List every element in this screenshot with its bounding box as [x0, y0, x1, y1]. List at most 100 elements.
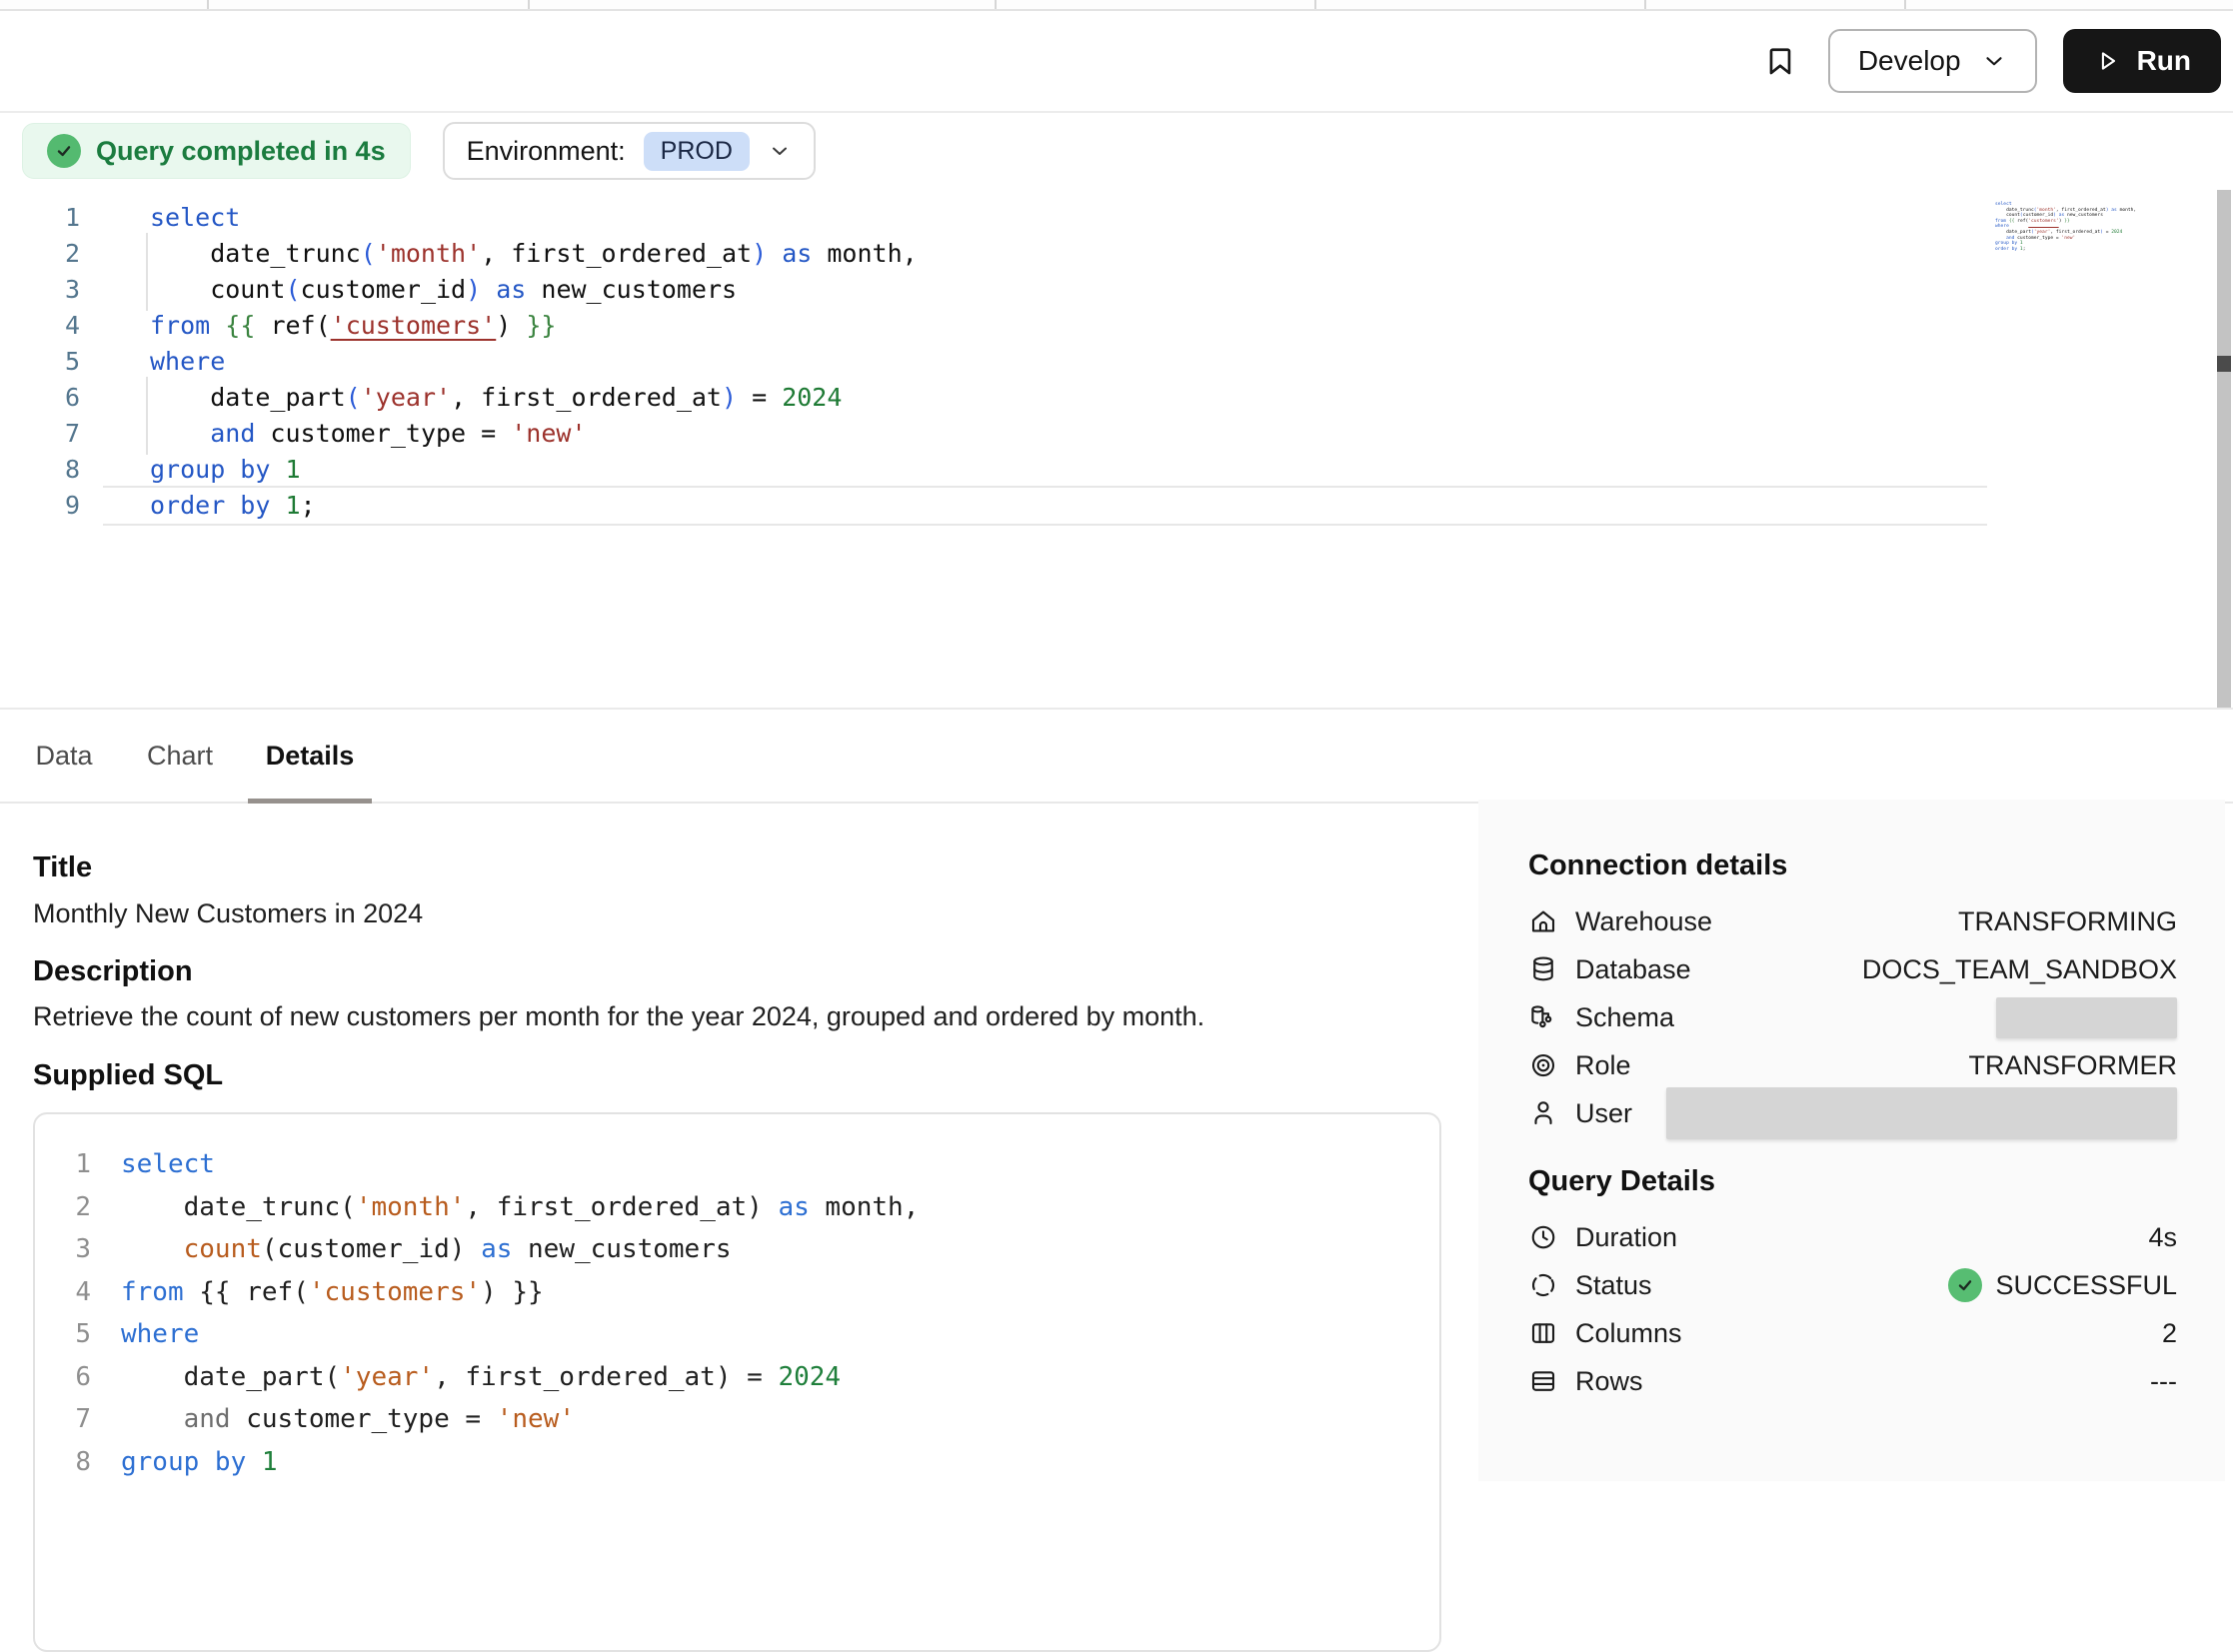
columns-value: 2 [2162, 1318, 2177, 1349]
connection-details-heading: Connection details [1528, 847, 2177, 883]
connection-details-rows: Warehouse TRANSFORMING DatabaseDOCS_TEAM_S… [1528, 897, 2177, 1137]
top-tab-strip [0, 0, 2233, 11]
duration-value: 4s [2148, 1222, 2177, 1253]
status-row: Query completed in 4s Environment: PROD [22, 122, 816, 180]
code-line-2: 2 date_trunc('month', first_ordered_at) … [0, 236, 2233, 272]
duration-icon [1528, 1222, 1558, 1252]
success-check-icon [1948, 1268, 1982, 1302]
code-line-4: 4from {{ ref('customers') }} [0, 308, 2233, 344]
detail-row-user: User [1528, 1089, 2177, 1137]
status-badge: SUCCESSFUL [1948, 1268, 2177, 1302]
warehouse-label: Warehouse [1575, 906, 1712, 937]
supplied-sql-code-block: 1select2 date_trunc('month', first_order… [33, 1112, 1441, 1652]
code-line-3: 3 count(customer_id) as new_customers [0, 272, 2233, 308]
environment-value-chip: PROD [644, 132, 750, 171]
detail-row-database: DatabaseDOCS_TEAM_SANDBOX [1528, 945, 2177, 993]
tab-chart[interactable]: Chart [143, 710, 217, 802]
editor-scrollbar[interactable] [2217, 190, 2231, 716]
check-circle-icon [47, 134, 81, 168]
title-value: Monthly New Customers in 2024 [33, 898, 423, 929]
tab-details[interactable]: Details [248, 710, 372, 802]
minimap-line: order by 1; [1995, 247, 2107, 253]
sql-editor[interactable]: 1select2 date_trunc('month', first_order… [0, 200, 2233, 524]
detail-row-role: RoleTRANSFORMER [1528, 1041, 2177, 1089]
line-number: 8 [35, 1441, 91, 1484]
bookmark-icon [1762, 43, 1798, 79]
schema-value-redacted [1996, 997, 2177, 1038]
database-icon [1528, 954, 1558, 984]
code-line-3: 3 count(customer_id) as new_customers [35, 1228, 1439, 1271]
role-value: TRANSFORMER [1969, 1050, 2178, 1081]
code-line-7: 7 and customer_type = 'new' [35, 1398, 1439, 1441]
supplied-sql-heading: Supplied SQL [33, 1059, 223, 1092]
tab-divider [1314, 0, 1316, 9]
duration-label: Duration [1575, 1222, 1677, 1253]
detail-row-columns: Columns 2 [1528, 1309, 2177, 1357]
code-line-4: 4from {{ ref('customers') }} [35, 1271, 1439, 1314]
status-label: Status [1575, 1270, 1652, 1301]
code-line-5: 5where [35, 1313, 1439, 1356]
line-number: 7 [0, 416, 80, 452]
environment-selector[interactable]: Environment: PROD [443, 122, 816, 180]
detail-row-duration: Duration 4s [1528, 1213, 2177, 1261]
line-number: 1 [35, 1143, 91, 1186]
develop-button[interactable]: Develop [1828, 29, 2037, 93]
line-number: 2 [0, 236, 80, 272]
code-line-9: 9order by 1; [0, 488, 2233, 524]
rows-value: --- [2150, 1366, 2177, 1397]
role-icon [1528, 1050, 1558, 1080]
editor-scrollbar-thumb[interactable] [2217, 356, 2231, 372]
warehouse-icon [1528, 906, 1558, 936]
user-value-redacted [1666, 1087, 2177, 1139]
rows-icon [1528, 1366, 1558, 1396]
environment-label: Environment: [467, 136, 626, 167]
code-line-7: 7 and customer_type = 'new' [0, 416, 2233, 452]
editor-minimap[interactable]: select date_trunc('month', first_ordered… [1995, 202, 2107, 252]
detail-row-schema: Schema [1528, 993, 2177, 1041]
rows-label: Rows [1575, 1366, 1643, 1397]
line-number: 5 [0, 344, 80, 380]
line-number: 4 [35, 1271, 91, 1314]
code-line-8: 8group by 1 [35, 1441, 1439, 1484]
line-number: 1 [0, 200, 80, 236]
line-number: 2 [35, 1186, 91, 1229]
schema-icon [1528, 1002, 1558, 1032]
tab-divider [1904, 0, 1906, 9]
line-number: 6 [0, 380, 80, 416]
user-label: User [1575, 1098, 1632, 1129]
code-line-6: 6 date_part('year', first_ordered_at) = … [0, 380, 2233, 416]
warehouse-value: TRANSFORMING [1958, 906, 2177, 937]
description-heading: Description [33, 955, 193, 988]
line-number: 9 [0, 488, 80, 524]
tab-divider [995, 0, 997, 9]
run-button[interactable]: Run [2063, 29, 2221, 93]
columns-icon [1528, 1318, 1558, 1348]
tab-data[interactable]: Data [33, 710, 95, 802]
code-line-8: 8group by 1 [0, 452, 2233, 488]
line-number: 4 [0, 308, 80, 344]
line-number: 5 [35, 1313, 91, 1356]
detail-row-warehouse: Warehouse TRANSFORMING [1528, 897, 2177, 945]
line-number: 7 [35, 1398, 91, 1441]
code-line-1: 1select [0, 200, 2233, 236]
query-status-text: Query completed in 4s [96, 136, 386, 167]
chevron-down-icon [768, 139, 792, 163]
develop-button-label: Develop [1858, 45, 1961, 77]
database-label: Database [1575, 954, 1691, 985]
user-icon [1528, 1098, 1558, 1128]
code-line-2: 2 date_trunc('month', first_ordered_at) … [35, 1186, 1439, 1229]
detail-row-status: Status SUCCESSFUL [1528, 1261, 2177, 1309]
columns-label: Columns [1575, 1318, 1682, 1349]
code-line-5: 5where [0, 344, 2233, 380]
code-line-6: 6 date_part('year', first_ordered_at) = … [35, 1356, 1439, 1399]
line-number: 6 [35, 1356, 91, 1399]
status-value: SUCCESSFUL [1995, 1270, 2177, 1301]
query-status-pill: Query completed in 4s [22, 123, 411, 179]
run-button-label: Run [2137, 45, 2191, 77]
tab-divider [528, 0, 530, 9]
results-tabstrip: Data Chart Details [0, 708, 2233, 804]
title-heading: Title [33, 851, 92, 884]
tab-divider [207, 0, 209, 9]
code-line-1: 1select [35, 1143, 1439, 1186]
bookmark-button[interactable] [1758, 39, 1802, 83]
